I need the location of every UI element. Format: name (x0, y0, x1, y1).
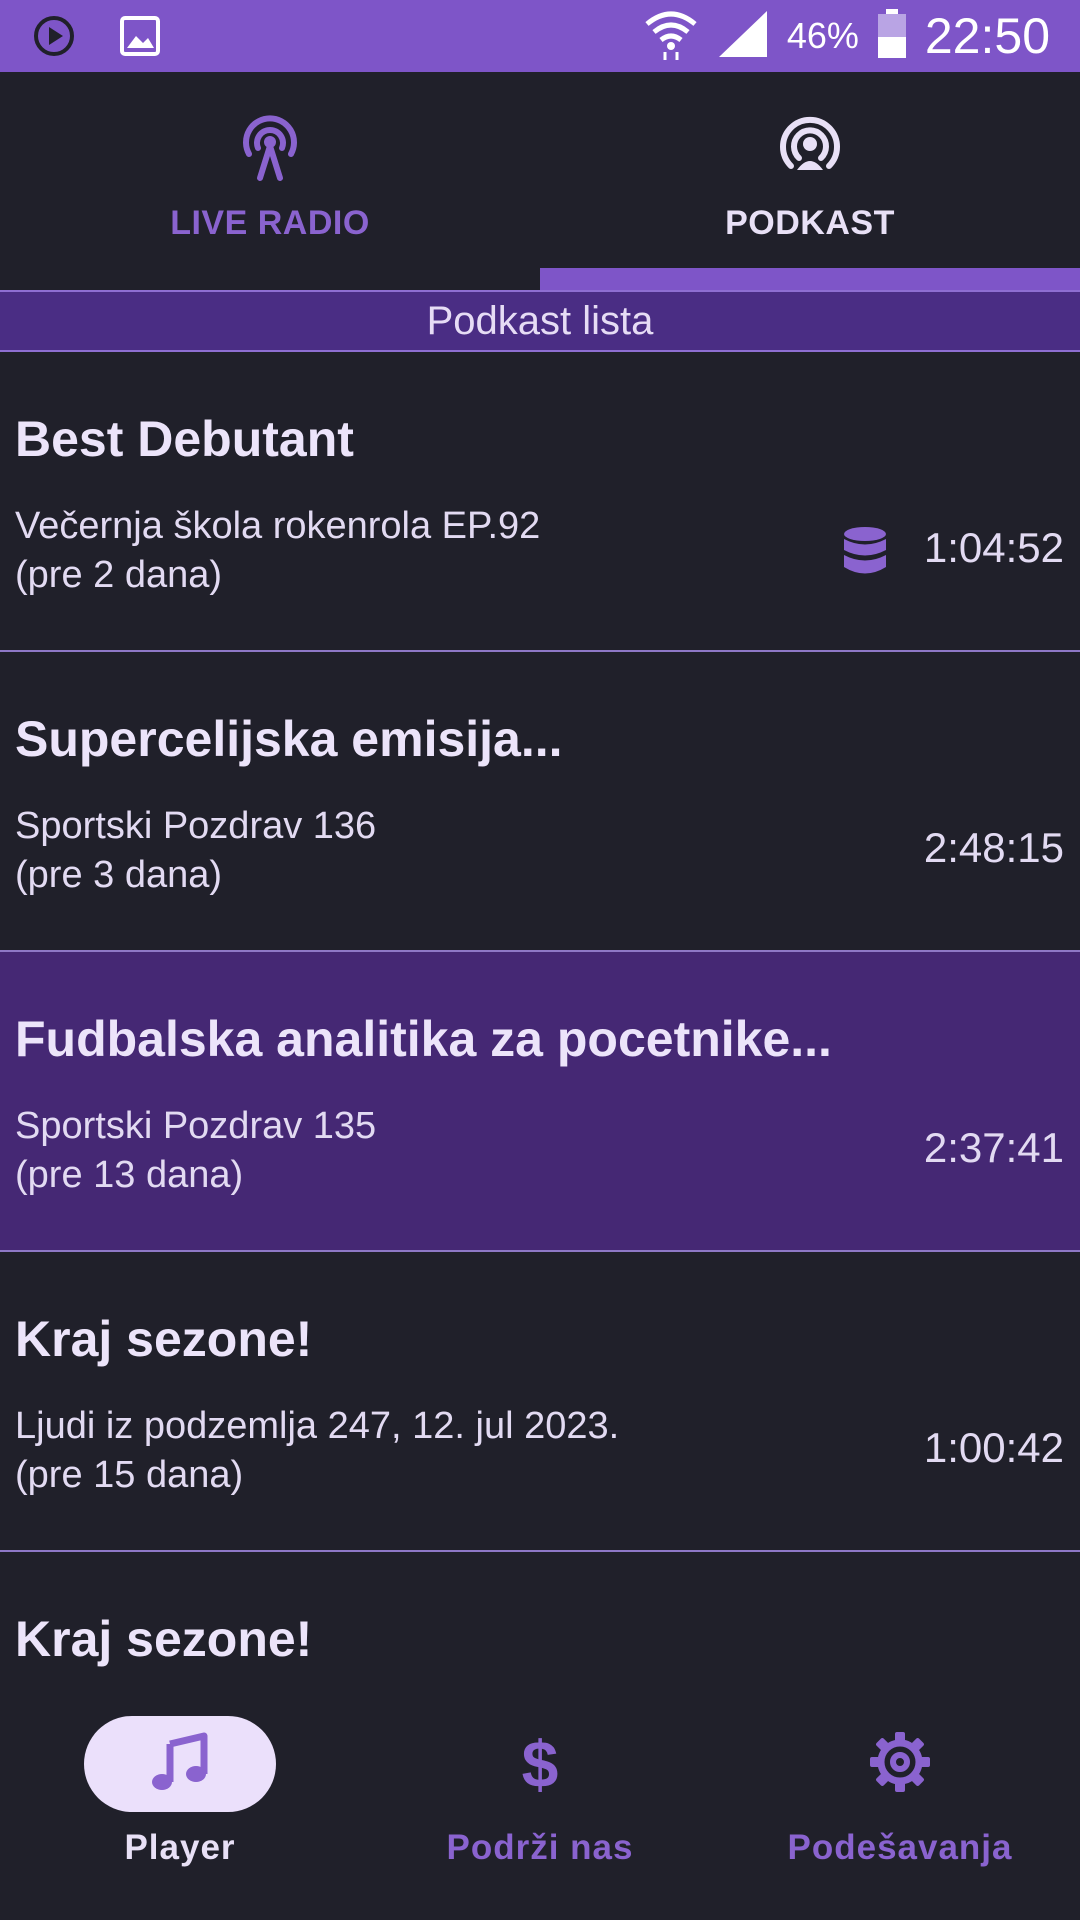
podcast-title: Kraj sezone! (15, 1311, 313, 1367)
podcast-title: Kraj sezone! (15, 1611, 313, 1667)
nav-settings[interactable]: Podešavanja (720, 1700, 1080, 1920)
tab-live-radio[interactable]: LIVE RADIO (0, 72, 540, 290)
podcast-duration: 1:04:52 (923, 524, 1064, 571)
podcast-title: Supercelijska emisija... (15, 711, 563, 767)
radio-tower-icon (235, 112, 305, 182)
podcast-duration: 1:00:42 (923, 1424, 1064, 1471)
signal-icon (717, 9, 769, 64)
podcast-icon (775, 112, 845, 182)
battery-percent: 46% (786, 15, 859, 56)
podcast-duration: 2:48:15 (923, 824, 1064, 871)
tab-podkast-label: PODKAST (725, 204, 895, 242)
dollar-icon: $ (521, 1727, 559, 1801)
list-item-selected[interactable]: Fudbalska analitika za pocetnike... Spor… (0, 952, 1080, 1252)
tab-live-radio-label: LIVE RADIO (170, 204, 370, 242)
podcast-subtitle: Ljudi iz podzemlja 247, 12. jul 2023. (15, 1405, 620, 1447)
podcast-subtitle: Sportski Pozdrav 136 (15, 805, 377, 847)
tab-bar: LIVE RADIO PODKAST (0, 72, 1080, 290)
podcast-age: (pre 15 dana) (15, 1454, 244, 1496)
podcast-subtitle: Večernja škola rokenrola EP.92 (15, 505, 541, 547)
nav-support[interactable]: $ Podrži nas (360, 1700, 720, 1920)
downloaded-database-icon (842, 526, 888, 576)
battery-icon (877, 8, 907, 64)
nav-active-pill (84, 1716, 276, 1812)
active-tab-indicator (540, 268, 1080, 290)
nav-settings-label: Podešavanja (787, 1828, 1013, 1867)
image-icon (118, 14, 162, 63)
podcast-list[interactable]: Best Debutant Večernja škola rokenrola E… (0, 352, 1080, 1722)
tab-podkast[interactable]: PODKAST (540, 72, 1080, 290)
podcast-age: (pre 2 dana) (15, 554, 223, 596)
list-item[interactable]: Best Debutant Večernja škola rokenrola E… (0, 352, 1080, 652)
nav-support-label: Podrži nas (446, 1828, 634, 1867)
list-item[interactable]: Supercelijska emisija... Sportski Pozdra… (0, 652, 1080, 952)
gear-icon (868, 1730, 932, 1799)
list-item[interactable]: Kraj sezone! (0, 1552, 1080, 1722)
wifi-icon (643, 8, 699, 65)
nav-player-label: Player (124, 1828, 236, 1867)
podcast-title: Fudbalska analitika za pocetnike... (15, 1011, 832, 1067)
podcast-age: (pre 3 dana) (15, 854, 223, 896)
music-note-icon (148, 1730, 212, 1799)
podcast-age: (pre 13 dana) (15, 1154, 244, 1196)
play-circle-icon (32, 14, 76, 63)
list-item[interactable]: Kraj sezone! Ljudi iz podzemlja 247, 12.… (0, 1252, 1080, 1552)
nav-player[interactable]: Player (0, 1700, 360, 1920)
podcast-title: Best Debutant (15, 411, 354, 467)
bottom-navigation: Player $ Podrži nas Podešavanja (0, 1700, 1080, 1920)
clock: 22:50 (924, 8, 1050, 64)
status-bar: 46% 22:50 (0, 0, 1080, 72)
list-header: Podkast lista (0, 290, 1080, 352)
podcast-duration: 2:37:41 (923, 1124, 1064, 1171)
podcast-subtitle: Sportski Pozdrav 135 (15, 1105, 377, 1147)
